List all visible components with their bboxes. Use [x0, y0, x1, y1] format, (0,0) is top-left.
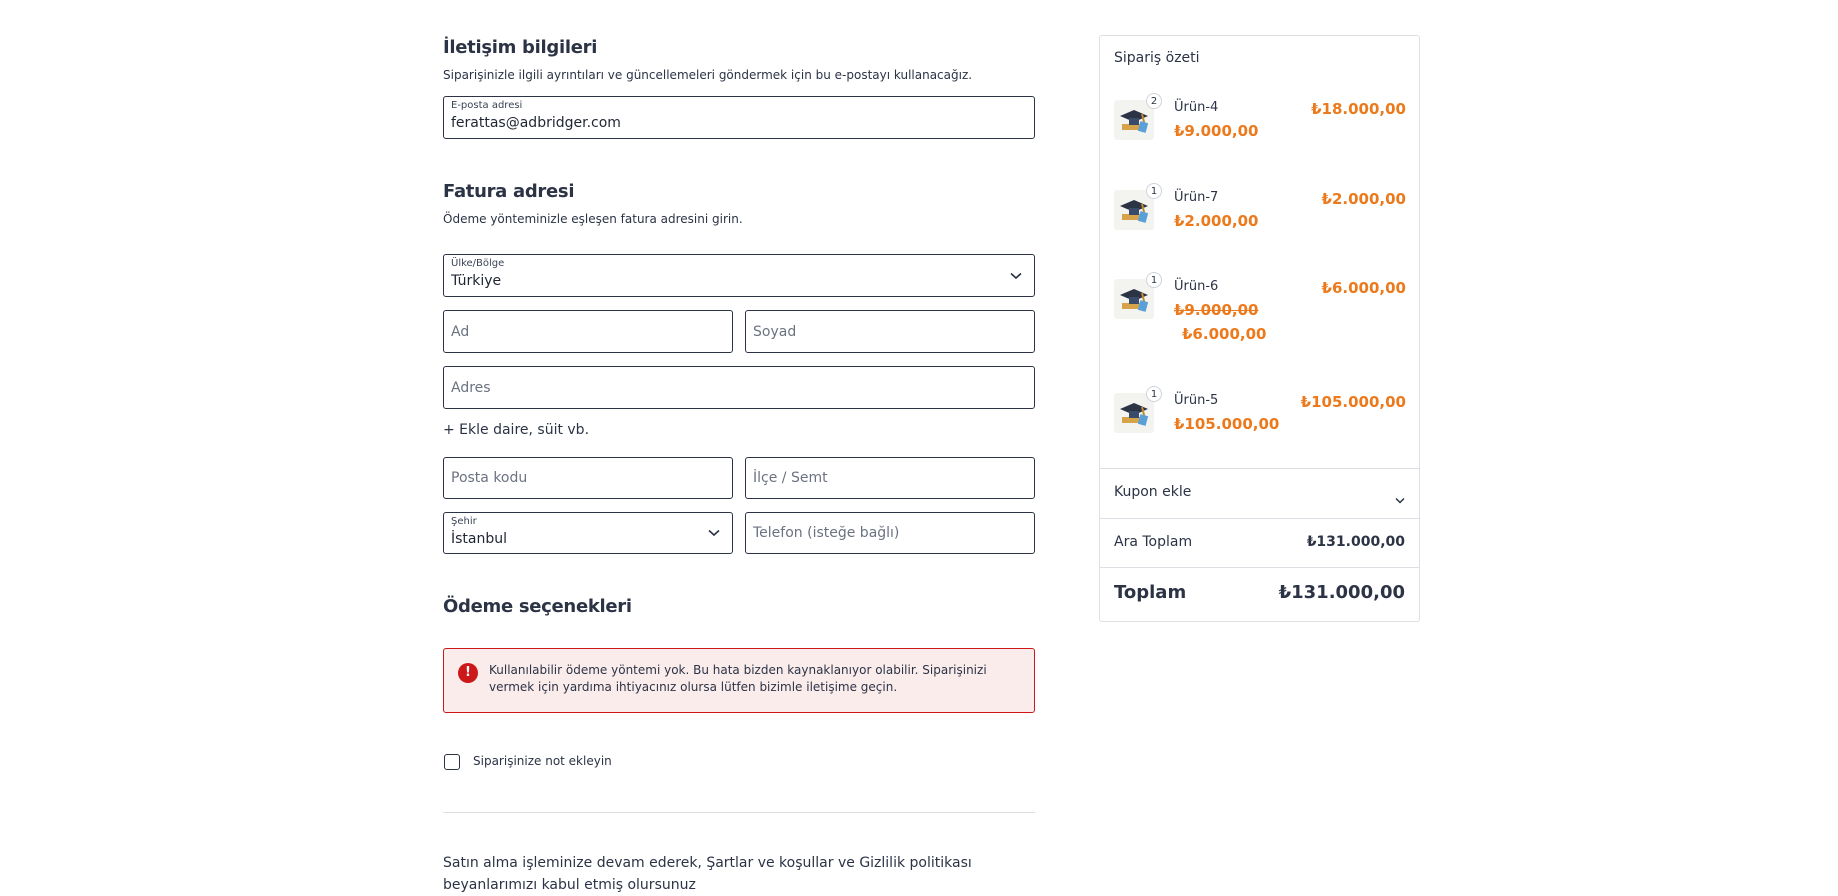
product-price: ₺6.000,00 — [1182, 325, 1267, 343]
country-select[interactable]: Ülke/Bölge Türkiye — [443, 254, 1035, 297]
product-price: ₺2.000,00 — [1174, 212, 1259, 230]
subtotal-value: ₺131.000,00 — [1306, 534, 1405, 550]
chevron-down-icon — [1395, 489, 1405, 508]
country-select-value: Türkiye — [451, 273, 502, 289]
quantity-badge: 1 — [1146, 183, 1162, 199]
first-name-placeholder: Ad — [451, 323, 470, 340]
add-apartment-link[interactable]: + Ekle daire, süit vb. — [443, 422, 589, 438]
quantity-badge: 1 — [1146, 386, 1162, 402]
payment-title: Ödeme seçenekleri — [443, 596, 632, 617]
phone-field[interactable]: Telefon (isteğe bağlı) — [745, 512, 1035, 554]
last-name-field[interactable]: Soyad — [745, 310, 1035, 353]
billing-title: Fatura adresi — [443, 181, 575, 202]
product-line-total: ₺18.000,00 — [1311, 100, 1406, 118]
total-value: ₺131.000,00 — [1278, 582, 1405, 603]
total-row: Toplam ₺131.000,00 — [1100, 568, 1419, 620]
list-item: 1 Ürün-6 ₺9.000,00 ₺6.000,00 ₺6.000,00 — [1114, 272, 1406, 349]
product-name: Ürün-7 — [1174, 190, 1219, 205]
list-item: 1 Ürün-5 ₺105.000,00 ₺105.000,00 — [1114, 386, 1406, 443]
quantity-badge: 1 — [1146, 272, 1162, 288]
product-price: ₺105.000,00 — [1174, 415, 1280, 433]
address-placeholder: Adres — [451, 379, 491, 396]
district-placeholder: İlçe / Semt — [753, 470, 828, 486]
country-select-label: Ülke/Bölge — [451, 258, 505, 269]
order-note-checkbox[interactable] — [444, 754, 460, 770]
product-line-total: ₺2.000,00 — [1321, 190, 1406, 208]
address-field[interactable]: Adres — [443, 366, 1035, 409]
order-note-label[interactable]: Siparişinize not ekleyin — [473, 754, 612, 768]
product-name: Ürün-5 — [1174, 393, 1219, 408]
last-name-placeholder: Soyad — [753, 323, 797, 340]
contact-title: İletişim bilgileri — [443, 37, 598, 58]
payment-error-text: Kullanılabilir ödeme yöntemi yok. Bu hat… — [489, 663, 987, 694]
coupon-toggle[interactable]: Kupon ekle — [1100, 469, 1419, 518]
list-item: 1 Ürün-7 ₺2.000,00 ₺2.000,00 — [1114, 183, 1406, 240]
product-old-price: ₺9.000,00 — [1174, 301, 1259, 319]
quantity-badge: 2 — [1146, 93, 1162, 109]
chevron-down-icon — [708, 526, 720, 540]
subtotal-row: Ara Toplam ₺131.000,00 — [1100, 519, 1419, 567]
phone-placeholder: Telefon (isteğe bağlı) — [753, 525, 900, 541]
product-name: Ürün-4 — [1174, 100, 1219, 115]
billing-subtitle: Ödeme yönteminizle eşleşen fatura adresi… — [443, 212, 743, 226]
email-field-label: E-posta adresi — [451, 100, 523, 111]
postcode-placeholder: Posta kodu — [451, 470, 528, 486]
city-select-label: Şehir — [451, 516, 477, 527]
product-name: Ürün-6 — [1174, 279, 1219, 294]
first-name-field[interactable]: Ad — [443, 310, 733, 353]
email-field[interactable]: E-posta adresi ferattas@adbridger.com — [443, 96, 1035, 139]
chevron-down-icon — [1010, 269, 1022, 283]
email-field-value[interactable]: ferattas@adbridger.com — [451, 115, 621, 131]
postcode-field[interactable]: Posta kodu — [443, 457, 733, 499]
error-icon: ! — [458, 663, 478, 683]
product-price: ₺9.000,00 — [1174, 122, 1259, 140]
terms-text: Satın alma işleminize devam ederek, Şart… — [443, 855, 972, 893]
order-summary: Sipariş özeti 2 Ürün-4 ₺9.000,00 ₺18.000… — [1099, 35, 1420, 622]
city-select[interactable]: Şehir İstanbul — [443, 512, 733, 554]
list-item: 2 Ürün-4 ₺9.000,00 ₺18.000,00 — [1114, 93, 1406, 150]
section-divider — [443, 812, 1035, 813]
coupon-label: Kupon ekle — [1114, 484, 1192, 500]
payment-error-notice: ! Kullanılabilir ödeme yöntemi yok. Bu h… — [443, 648, 1035, 713]
product-line-total: ₺105.000,00 — [1300, 393, 1406, 411]
city-select-value: İstanbul — [451, 531, 508, 547]
district-field[interactable]: İlçe / Semt — [745, 457, 1035, 499]
product-line-total: ₺6.000,00 — [1321, 279, 1406, 297]
subtotal-label: Ara Toplam — [1114, 534, 1193, 550]
order-summary-title: Sipariş özeti — [1114, 50, 1200, 66]
contact-subtitle: Siparişinizle ilgili ayrıntıları ve günc… — [443, 68, 973, 82]
total-label: Toplam — [1114, 582, 1187, 603]
